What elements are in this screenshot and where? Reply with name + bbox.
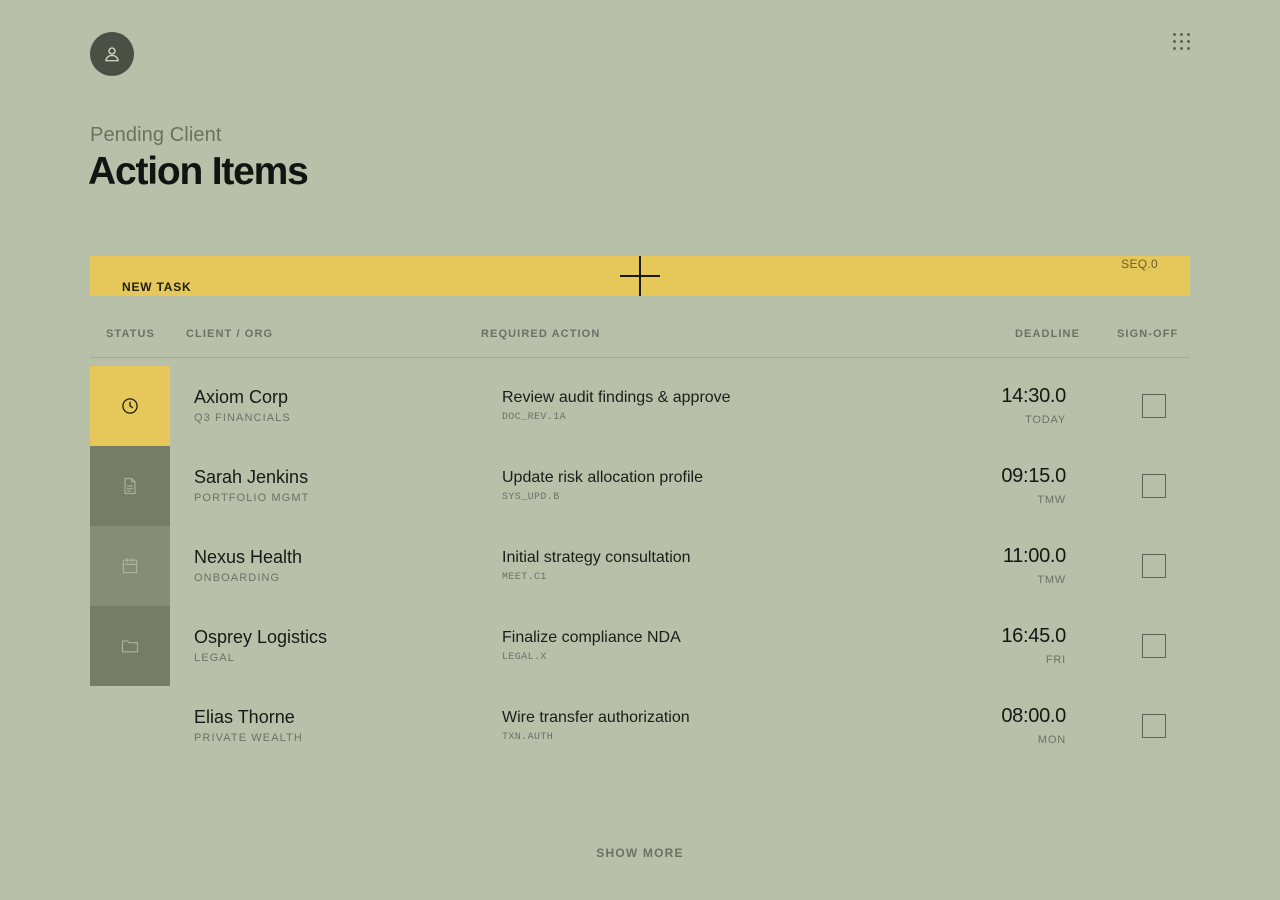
required-action: Finalize compliance NDA [502,629,681,646]
client-name: Osprey Logistics [194,627,328,647]
page: Pending Client Action Items NEW TASK SEQ… [0,0,1280,900]
client-org: PRIVATE WEALTH [194,732,303,744]
clock-icon [122,398,138,414]
table-row[interactable]: Nexus Health ONBOARDING Initial strategy… [90,526,1190,606]
client-name: Nexus Health [194,547,303,567]
deadline-day: MON [1037,734,1066,746]
plus-icon-bar [620,275,660,277]
status-cell[interactable] [90,366,170,446]
deadline-day: TMW [1037,574,1066,586]
client-org: Q3 FINANCIALS [194,412,291,424]
deadline-day: FRI [1045,654,1066,666]
column-header-action: REQUIRED ACTION [481,328,601,340]
signoff-checkbox[interactable] [1142,714,1166,738]
page-subtitle: Pending Client [90,124,222,146]
column-header-signoff: SIGN-OFF [1117,328,1179,340]
action-code: LEGAL.X [502,652,547,663]
table-row[interactable]: Axiom Corp Q3 FINANCIALS Review audit fi… [90,366,1190,446]
status-cell[interactable] [90,446,170,526]
deadline-time: 11:00.0 [1002,545,1066,567]
column-header-deadline: DEADLINE [1015,328,1081,340]
signoff-checkbox[interactable] [1142,394,1166,418]
signoff-checkbox[interactable] [1142,634,1166,658]
deadline-time: 09:15.0 [1001,465,1066,487]
client-org: PORTFOLIO MGMT [194,492,310,504]
table-row[interactable]: Elias Thorne PRIVATE WEALTH Wire transfe… [90,686,1190,766]
document-icon [124,477,136,495]
column-header-status: STATUS [106,328,155,340]
deadline-time: 08:00.0 [1001,705,1066,727]
table-header: STATUS CLIENT / ORG REQUIRED ACTION DEAD… [90,318,1190,358]
signoff-checkbox[interactable] [1142,474,1166,498]
page-title: Action Items [88,150,309,193]
client-org: ONBOARDING [194,572,281,584]
folder-icon [121,640,139,653]
required-action: Wire transfer authorization [502,709,690,726]
client-name: Elias Thorne [194,707,295,727]
table-row[interactable]: Sarah Jenkins PORTFOLIO MGMT Update risk… [90,446,1190,526]
user-avatar-button[interactable] [90,32,134,76]
task-list: Axiom Corp Q3 FINANCIALS Review audit fi… [90,366,1190,766]
new-task-button[interactable]: NEW TASK SEQ.0 [90,256,1190,296]
deadline-day: TODAY [1025,414,1066,426]
deadline-time: 16:45.0 [1001,625,1066,647]
user-icon [105,47,119,62]
action-code: TXN.AUTH [502,732,554,743]
calendar-icon [122,557,138,574]
status-cell[interactable] [90,606,170,686]
column-header-client: CLIENT / ORG [186,328,274,340]
required-action: Initial strategy consultation [502,549,691,566]
table-row[interactable]: Osprey Logistics LEGAL Finalize complian… [90,606,1190,686]
client-name: Sarah Jenkins [194,467,309,487]
sequence-label: SEQ.0 [1121,257,1158,271]
action-code: MEET.C1 [502,572,547,583]
action-code: DOC_REV.1A [502,412,567,423]
new-task-label: NEW TASK [122,280,192,294]
deadline-day: TMW [1037,494,1066,506]
apps-grid-icon[interactable] [1168,28,1194,54]
status-cell[interactable] [90,526,170,606]
deadline-time: 14:30.0 [1001,385,1066,407]
client-name: Axiom Corp [194,387,289,407]
show-more-button[interactable]: SHOW MORE [0,846,1280,860]
signoff-checkbox[interactable] [1142,554,1166,578]
required-action: Review audit findings & approve [502,389,731,406]
required-action: Update risk allocation profile [502,469,703,486]
client-org: LEGAL [194,652,235,664]
status-cell[interactable] [90,686,170,766]
action-code: SYS_UPD.B [502,492,560,503]
